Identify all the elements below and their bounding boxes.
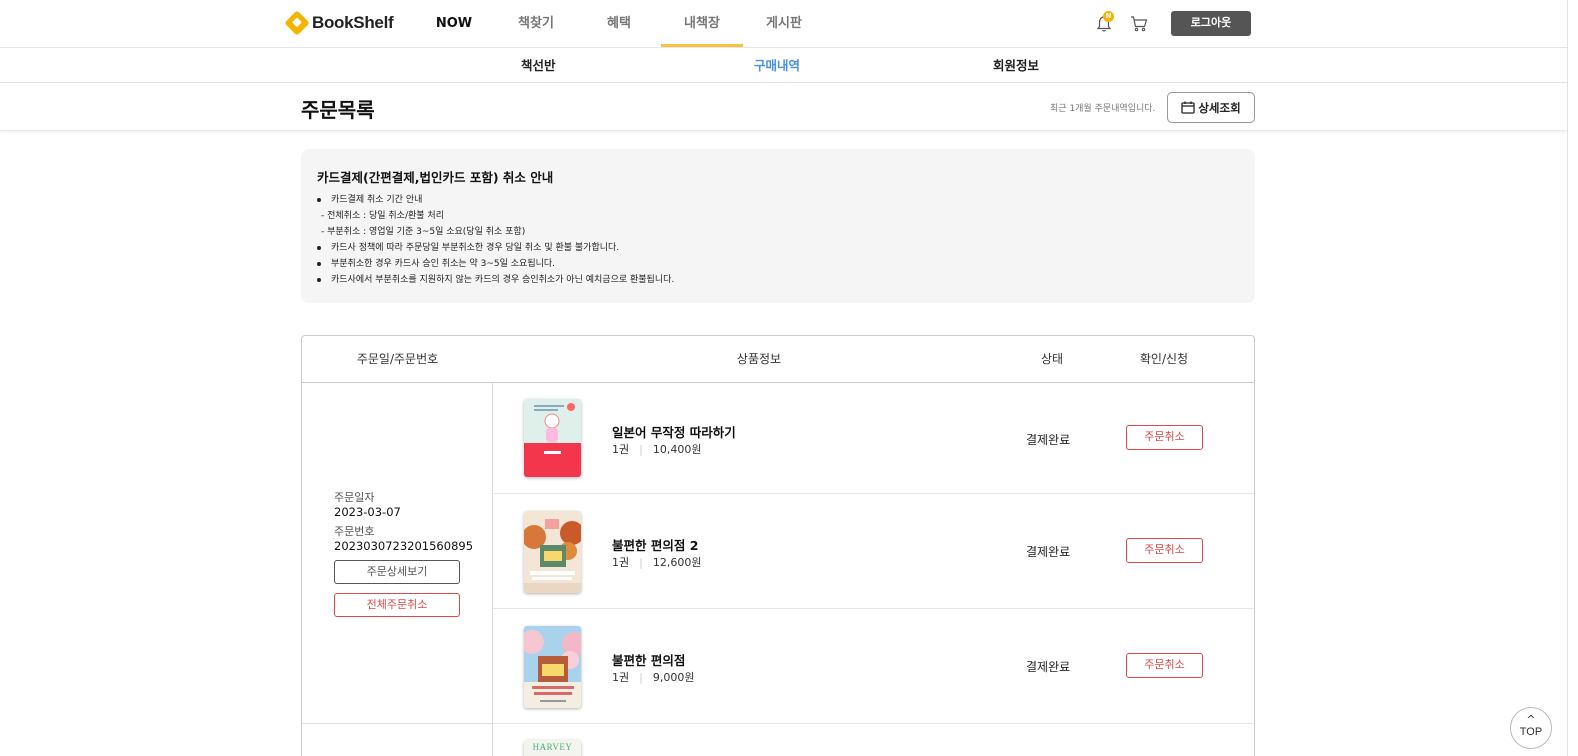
order-date-value: 2023-03-07 [334, 505, 401, 519]
notice-item: 카드사에서 부분취소를 지원하지 않는 카드의 경우 승인취소가 아닌 예치금으… [317, 272, 674, 288]
bookshelf-logo-icon [284, 10, 310, 36]
logo-text: BookShelf [312, 13, 394, 32]
book-title[interactable]: 불편한 편의점 2 [612, 535, 698, 554]
notification-badge: N [1103, 11, 1114, 22]
book-title[interactable]: 일본어 무작정 따라하기 [612, 422, 736, 441]
notice-item: 부분취소한 경우 카드사 승인 취소는 약 3~5일 소요됩니다. [317, 256, 674, 272]
top-navigation: BookShelf NOW 책찾기 혜택 내책장 게시판 N 로그아웃 [0, 0, 1567, 48]
notice-subitem: - 부분취소 : 영업일 기준 3~5일 소요(당일 취소 포함) [321, 227, 526, 237]
detail-search-label: 상세조회 [1198, 102, 1241, 115]
sub-navigation: 책선반 구매내역 회원정보 [0, 48, 1567, 83]
meta-divider: | [639, 555, 643, 569]
top-label: TOP [1519, 726, 1543, 738]
column-header-product-info: 상품정보 [736, 352, 782, 366]
table-row: 불편한 편의점 1권 | 9,000원 결제완료 주문취소 [493, 609, 1254, 724]
book-quantity: 1권 [612, 556, 630, 569]
cancel-order-button[interactable]: 주문취소 [1126, 538, 1203, 563]
book-cover-image[interactable] [524, 626, 581, 708]
book-title[interactable]: 불편한 편의점 [612, 650, 685, 669]
logo[interactable]: BookShelf [284, 10, 394, 36]
order-summary-cell [302, 724, 493, 756]
subnav-item-purchase-history[interactable]: 구매내역 [754, 48, 800, 83]
column-header-status: 상태 [1040, 352, 1064, 366]
meta-divider: | [639, 670, 643, 684]
book-quantity: 1권 [612, 671, 630, 684]
order-summary-cell: 주문일자 2023-03-07 주문번호 2023030723201560895… [302, 383, 493, 724]
notice-subitem: - 전체취소 : 당일 취소/환불 처리 [321, 211, 444, 221]
table-row: HARVEY [493, 724, 1254, 756]
cancel-all-orders-button[interactable]: 전체주문취소 [334, 593, 460, 617]
order-date-label: 주문일자 [334, 491, 375, 504]
order-table: 주문일/주문번호 상품정보 상태 확인/신청 주문일자 2023-03-07 주… [301, 335, 1255, 756]
cart-icon[interactable] [1130, 15, 1148, 33]
order-number-label: 주문번호 [334, 525, 375, 538]
title-bar: 주문목록 최근 1개월 주문내역입니다. 상세조회 [0, 83, 1567, 131]
order-status: 결제완료 [1026, 433, 1071, 447]
table-row: 불편한 편의점 2 1권 | 12,600원 결제완료 주문취소 [493, 494, 1254, 609]
detail-search-button[interactable]: 상세조회 [1167, 92, 1255, 123]
notice-item: 카드결제 취소 기간 안내 [317, 192, 674, 208]
page: BookShelf NOW 책찾기 혜택 내책장 게시판 N 로그아웃 책선반 … [0, 0, 1568, 756]
cancel-order-button[interactable]: 주문취소 [1126, 653, 1203, 678]
book-meta: 1권 | 12,600원 [612, 554, 701, 570]
notice-item: 카드사 정책에 따라 주문당일 부분취소한 경우 당일 취소 및 환불 불가합니… [317, 240, 674, 256]
order-detail-button[interactable]: 주문상세보기 [334, 560, 460, 584]
book-meta: 1권 | 9,000원 [612, 669, 694, 685]
nav-item-book-search[interactable]: 책찾기 [512, 0, 560, 48]
nav-item-benefits[interactable]: 혜택 [597, 0, 641, 48]
nav-item-now[interactable]: NOW [431, 0, 477, 48]
card-cancel-notice: 카드결제(간편결제,법인카드 포함) 취소 안내 카드결제 취소 기간 안내 -… [301, 149, 1255, 303]
logout-button[interactable]: 로그아웃 [1171, 11, 1251, 36]
meta-divider: | [639, 442, 643, 456]
notice-title: 카드결제(간편결제,법인카드 포함) 취소 안내 [317, 170, 554, 185]
book-cover-image[interactable] [524, 511, 581, 593]
book-price: 12,600원 [652, 556, 702, 569]
book-meta: 1권 | 10,400원 [612, 441, 701, 457]
book-cover-image[interactable] [524, 399, 581, 477]
subnav-item-shelf[interactable]: 책선반 [521, 48, 556, 83]
order-status: 결제완료 [1026, 545, 1071, 559]
scroll-to-top-button[interactable]: ^ TOP [1510, 707, 1552, 749]
book-price: 10,400원 [652, 443, 702, 456]
order-status: 결제완료 [1026, 660, 1071, 674]
table-header: 주문일/주문번호 상품정보 상태 확인/신청 [302, 336, 1254, 383]
cover-text: HARVEY [532, 742, 573, 752]
book-cover-image[interactable]: HARVEY [524, 740, 581, 756]
nav-active-underline [661, 44, 743, 47]
column-header-order-date: 주문일/주문번호 [356, 352, 439, 366]
caret-up-icon: ^ [1526, 713, 1536, 726]
book-price: 9,000원 [652, 671, 695, 684]
notice-list: 카드결제 취소 기간 안내 - 전체취소 : 당일 취소/환불 처리 - 부분취… [317, 192, 674, 288]
table-row: 일본어 무작정 따라하기 1권 | 10,400원 결제완료 주문취소 [493, 383, 1254, 494]
column-header-action: 확인/신청 [1139, 352, 1189, 366]
cancel-order-button[interactable]: 주문취소 [1126, 425, 1203, 450]
nav-item-board[interactable]: 게시판 [760, 0, 808, 48]
order-number-value: 2023030723201560895 [334, 539, 474, 553]
calendar-icon [1181, 101, 1195, 114]
subnav-item-member-info[interactable]: 회원정보 [993, 48, 1039, 83]
book-quantity: 1권 [612, 443, 630, 456]
page-title: 주문목록 [301, 98, 375, 122]
nav-item-my-bookshelf[interactable]: 내책장 [661, 0, 743, 48]
recent-period-note: 최근 1개월 주문내역입니다. [1050, 104, 1156, 114]
